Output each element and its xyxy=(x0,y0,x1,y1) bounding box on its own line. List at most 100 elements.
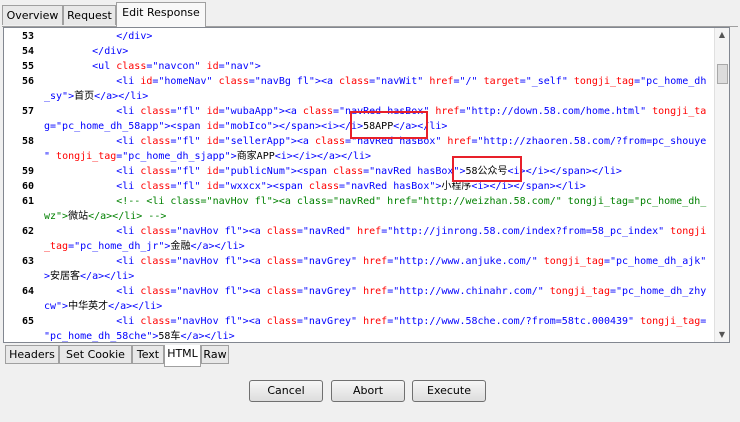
tab-overview[interactable]: Overview xyxy=(2,5,63,25)
line-number: 61 xyxy=(21,196,34,207)
code-token: </a></li> --> xyxy=(88,211,167,222)
code-token: "pc_home_dh_58che"> xyxy=(44,331,159,342)
code-token: class xyxy=(266,286,297,297)
code-token: g="pc_home_dh_58app"><span xyxy=(44,121,207,132)
code-token: ="navWit" xyxy=(369,76,430,87)
line-number-gutter: 53 54 55 56 57 58 59 60 61 62 63 64 65 xyxy=(4,28,38,342)
line-number: 65 xyxy=(21,316,34,327)
tab-text[interactable]: Text xyxy=(132,345,164,364)
code-token: ="navGrey" xyxy=(296,316,364,327)
code-area[interactable]: </div> </div> <ul class="navcon" id="nav… xyxy=(44,28,714,342)
code-token: id xyxy=(206,136,219,147)
tab-edit-response[interactable]: Edit Response xyxy=(116,2,206,27)
code-token: <i></i></span></li> xyxy=(507,166,622,177)
code-token: cw"> xyxy=(44,301,69,312)
code-token: </a></li> xyxy=(80,271,135,282)
code-token: id xyxy=(206,181,219,192)
line-number: 60 xyxy=(21,181,34,192)
code-token: class xyxy=(140,226,171,237)
code-line: _sy">首页</a></li> xyxy=(44,89,148,104)
code-token: id xyxy=(206,61,219,72)
code-token: class xyxy=(266,226,297,237)
tab-raw[interactable]: Raw xyxy=(201,345,229,364)
code-token: href xyxy=(435,106,460,117)
scroll-up-arrow-icon[interactable]: ▲ xyxy=(715,28,729,42)
scroll-thumb[interactable] xyxy=(717,64,728,84)
cancel-button[interactable]: Cancel xyxy=(249,380,323,402)
code-token: tongji_tag xyxy=(549,286,610,297)
code-token: 首页 xyxy=(74,91,95,102)
code-token: </a></li> xyxy=(108,301,163,312)
code-token: ="navHov fl"><a xyxy=(170,316,267,327)
code-token: ="navRed hasBox"> xyxy=(363,166,466,177)
code-token: tongji_tag xyxy=(640,316,701,327)
code-token: </div> xyxy=(44,31,153,42)
code-token: ="fl" xyxy=(170,181,207,192)
code-line: </div> xyxy=(44,29,152,44)
code-token: <i></i></span></li> xyxy=(471,181,586,192)
code-line: wz">微站</a></li> --> xyxy=(44,209,166,224)
code-token: ="http://jinrong.58.com/index?from=58_pc… xyxy=(381,226,671,237)
code-token: ="pc_home_dh_zhy xyxy=(609,286,707,297)
code-token: id xyxy=(206,166,219,177)
code-token: 安居客 xyxy=(50,271,81,282)
code-token: " xyxy=(44,151,57,162)
code-token: target xyxy=(483,76,520,87)
code-token: tongji_tag xyxy=(543,256,604,267)
code-token: ="fl" xyxy=(170,166,207,177)
code-line: " tongji_tag="pc_home_dh_sjapp">商家APP<i>… xyxy=(44,149,371,164)
code-token: class xyxy=(266,256,297,267)
response-editor[interactable]: 53 54 55 56 57 58 59 60 61 62 63 64 65 </div> </div>… xyxy=(3,27,730,343)
code-token: ="http://www.58che.com/?from=58tc.000439… xyxy=(387,316,641,327)
code-token: <li xyxy=(44,316,141,327)
code-token: ="wxxcx"><span xyxy=(218,181,309,192)
vertical-scrollbar[interactable]: ▲ ▼ xyxy=(714,28,729,342)
code-token: ="http://down.58.com/home.html" xyxy=(459,106,653,117)
code-line: _tag="pc_home_dh_jr">金融</a></li> xyxy=(44,239,245,254)
scroll-down-arrow-icon[interactable]: ▼ xyxy=(715,328,729,342)
code-token: href xyxy=(363,316,388,327)
code-token: ="mobIco"></span><i></i> xyxy=(218,121,364,132)
code-token: href xyxy=(429,76,454,87)
code-token: ="nav"> xyxy=(218,61,261,72)
line-number: 64 xyxy=(21,286,34,297)
execute-button[interactable]: Execute xyxy=(412,380,486,402)
tab-request[interactable]: Request xyxy=(63,5,116,25)
code-line: <li class="navHov fl"><a class="navRed" … xyxy=(44,224,706,239)
code-token: class xyxy=(140,256,171,267)
abort-button[interactable]: Abort xyxy=(331,380,405,402)
code-token: class xyxy=(140,316,171,327)
code-token: ="http://www.anjuke.com/" xyxy=(387,256,544,267)
code-token: tongji xyxy=(670,226,707,237)
code-line: <li class="navHov fl"><a class="navGrey"… xyxy=(44,284,706,299)
code-token: ="http://zhaoren.58.com/?from=pc_shouye xyxy=(471,136,707,147)
code-line: </div> xyxy=(44,44,128,59)
line-number: 59 xyxy=(21,166,34,177)
code-token: class xyxy=(333,166,364,177)
code-token: ="navBg fl"><a xyxy=(248,76,340,87)
code-token: <ul xyxy=(44,61,117,72)
code-token: ="navRed hasBox"> xyxy=(339,181,442,192)
tab-html[interactable]: HTML xyxy=(164,345,201,367)
code-token: ="http://www.chinahr.com/" xyxy=(387,286,550,297)
code-token: id xyxy=(140,76,153,87)
tab-set-cookie[interactable]: Set Cookie xyxy=(59,345,132,364)
code-token: class xyxy=(339,76,370,87)
code-token: 商家APP xyxy=(236,151,275,162)
code-token: 小程序 xyxy=(441,181,472,192)
code-token: ="pc_home_dh_jr"> xyxy=(68,241,171,252)
code-token: href xyxy=(363,286,388,297)
code-token: class xyxy=(308,181,340,192)
code-token: 金融 xyxy=(170,241,191,252)
tab-headers[interactable]: Headers xyxy=(5,345,59,364)
code-token: ="_self" xyxy=(519,76,574,87)
code-token: wz"> xyxy=(44,211,69,222)
line-number: 53 xyxy=(21,31,34,42)
code-token: class xyxy=(140,166,171,177)
code-token: tongji_ta xyxy=(652,106,707,117)
code-line: <ul class="navcon" id="nav"> xyxy=(44,59,261,74)
code-token: ="/" xyxy=(453,76,484,87)
code-token: _tag xyxy=(44,241,69,252)
code-token: id xyxy=(206,106,219,117)
code-token: 中华英才 xyxy=(68,301,109,312)
